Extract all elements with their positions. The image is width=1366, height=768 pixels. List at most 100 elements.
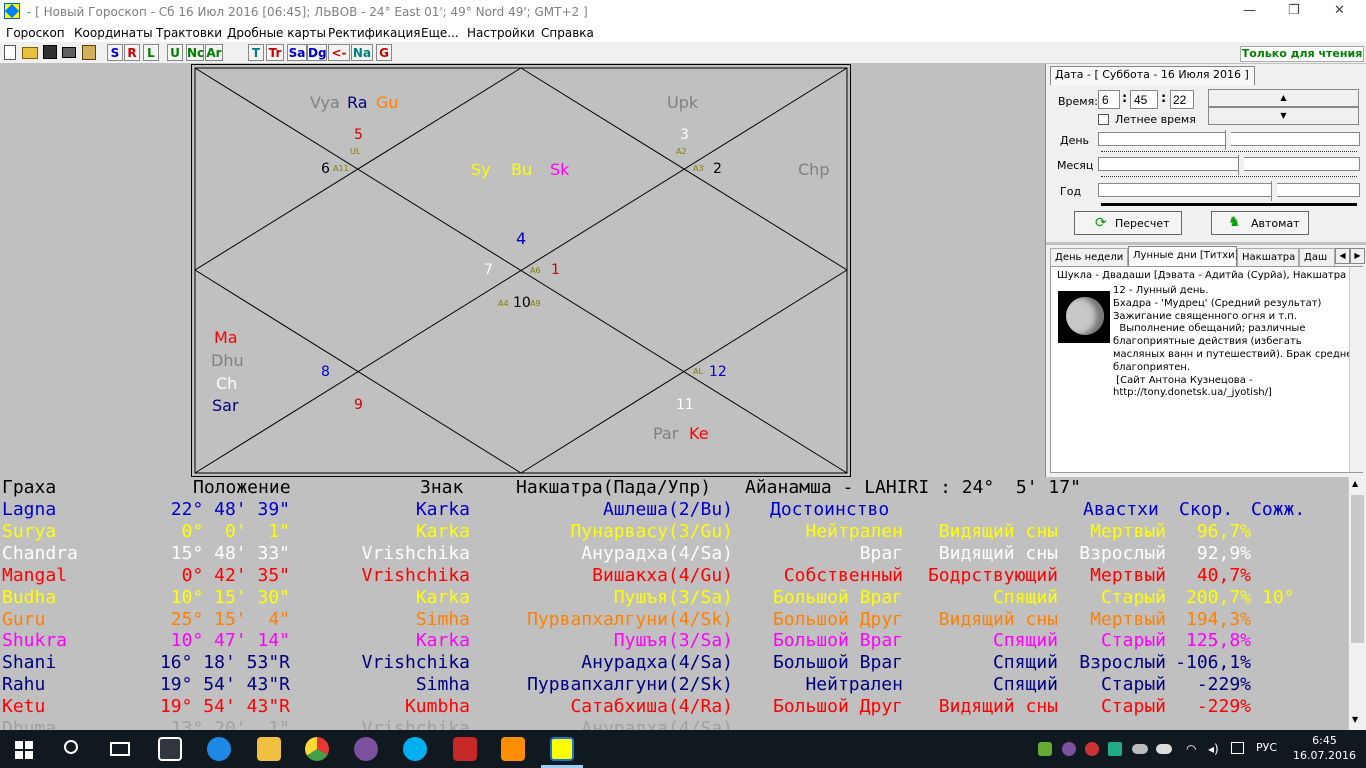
hour-field[interactable] (1098, 90, 1120, 109)
tray-drive-icon[interactable] (1108, 742, 1122, 756)
menu-divisional-charts[interactable]: Дробные карты (227, 26, 326, 40)
language-indicator[interactable]: РУС (1256, 741, 1277, 754)
recalc-label: Пересчет (1115, 217, 1170, 230)
second-field[interactable] (1170, 90, 1194, 109)
table-row[interactable]: Rahu 19° 54' 43"R Simha Пурвапхалгуни(2/Sk)… (0, 674, 1348, 696)
viber-icon[interactable] (354, 737, 378, 761)
cell-state: Спящий (992, 674, 1058, 696)
new-file-icon[interactable] (4, 45, 16, 60)
minimize-button[interactable]: — (1243, 3, 1256, 18)
notification-icon[interactable] (1231, 742, 1244, 754)
recalc-button[interactable]: ⟳ Пересчет (1074, 211, 1182, 235)
toolbar-button-sa[interactable]: Sa (287, 44, 307, 61)
volume-icon[interactable]: ◂) (1208, 742, 1219, 756)
task-view-icon[interactable] (110, 742, 130, 756)
table-scrollbar[interactable]: ▲ ▼ (1348, 477, 1366, 730)
app-icon-1[interactable] (453, 737, 477, 761)
table-row[interactable]: Mangal 0° 42' 35" Vrishchika Вишакха(4/Gu) С… (0, 565, 1348, 587)
auto-label: Автомат (1251, 217, 1300, 230)
toolbar-button-[interactable]: <-> (328, 44, 350, 76)
tray-onedrive-icon[interactable] (1156, 744, 1172, 754)
year-slider[interactable] (1098, 183, 1360, 197)
clipboard-icon[interactable] (82, 45, 96, 60)
toolbar-button-ar[interactable]: Ar (205, 44, 223, 61)
time-sep-1: : (1122, 91, 1128, 106)
tab-lunar-days[interactable]: Лунные дни [Титхи] (1128, 246, 1239, 266)
restore-button[interactable]: ❐ (1288, 3, 1300, 18)
tab-weekday[interactable]: День недели (1050, 248, 1128, 266)
table-row[interactable]: Shani 16° 18' 53"R Vrishchika Анурадха(4/Sa… (0, 652, 1348, 674)
toolbar-button-g[interactable]: G (376, 44, 392, 61)
chrome-icon[interactable] (305, 737, 329, 761)
table-row[interactable]: Lagna 22° 48' 39" Karka Ашлеша(2/Bu) Достоин… (0, 499, 1348, 521)
cell-age: Мертвый (1090, 520, 1166, 542)
system-clock[interactable]: 6:45 16.07.2016 (1293, 733, 1356, 763)
toolbar-button-l[interactable]: L (143, 44, 159, 61)
skype-icon[interactable] (403, 737, 427, 761)
time-down-button[interactable]: ▼ (1208, 107, 1359, 125)
open-folder-icon[interactable] (22, 47, 38, 59)
cell-nak: Вишакха(4/Gu) (592, 564, 733, 586)
table-row[interactable]: Dhuma 13° 20' 1" Vrishchika Анурадха(4/Sa) (0, 718, 1348, 730)
time-up-button[interactable]: ▲ (1208, 89, 1359, 107)
search-icon[interactable] (64, 740, 78, 754)
toolbar-button-dg[interactable]: Dg (307, 44, 327, 61)
tray-shield-icon[interactable] (1038, 742, 1052, 756)
close-button[interactable]: ✕ (1334, 3, 1345, 18)
clock-time: 6:45 (1312, 734, 1337, 747)
minute-field[interactable] (1130, 90, 1158, 109)
toolbar-button-na[interactable]: Na (351, 44, 373, 61)
dst-checkbox[interactable] (1098, 114, 1109, 125)
tab-scroll-right[interactable]: ▶ (1350, 248, 1365, 264)
scroll-up-arrow[interactable]: ▲ (1352, 479, 1358, 488)
store-icon[interactable] (158, 737, 182, 761)
auto-button[interactable]: ♞ Автомат (1211, 211, 1309, 235)
header-graha: Граха (2, 477, 57, 498)
tab-dasha[interactable]: Даш (1299, 248, 1335, 266)
toolbar-button-tr[interactable]: Tr (266, 44, 284, 61)
edge-icon[interactable] (207, 737, 231, 761)
tab-nakshatra[interactable]: Накшатра (1237, 248, 1299, 266)
start-icon[interactable] (15, 741, 33, 759)
app-icon-2[interactable] (501, 737, 525, 761)
house-5: 5 (354, 127, 363, 143)
table-row[interactable]: Budha 10° 15' 30" Karka Пушъя(3/Sa) Большой … (0, 587, 1348, 609)
menu-help[interactable]: Справка (541, 26, 594, 40)
table-row[interactable]: Guru 25° 15' 4" Simha Пурвапхалгуни(4/Sk) Бо… (0, 609, 1348, 631)
tray-app-icon[interactable] (1085, 742, 1099, 756)
tray-cloud-icon[interactable] (1132, 744, 1148, 754)
tab-scroll-left[interactable]: ◀ (1335, 248, 1350, 264)
menu-coordinates[interactable]: Координаты (74, 26, 153, 40)
wifi-icon[interactable]: ◠ (1186, 742, 1196, 756)
table-row[interactable]: Ketu 19° 54' 43"R Kumbha Сатабхиша(4/Ra) Бол… (0, 696, 1348, 718)
menu-horoscope[interactable]: Гороскоп (6, 26, 65, 40)
toolbar-button-u[interactable]: U (167, 44, 183, 61)
scroll-thumb[interactable] (1351, 495, 1364, 643)
table-row[interactable]: Shukra 10° 47' 14" Karka Пушъя(3/Sa) Большой… (0, 630, 1348, 652)
cell-nak: Анурадха(4/Sa) (581, 718, 733, 730)
table-row[interactable]: Surya 0° 0' 1" Karka Пунарвасу(3/Gu) Нейтрал… (0, 521, 1348, 543)
year-label: Год (1060, 185, 1082, 198)
explorer-icon[interactable] (257, 737, 281, 761)
tray-viber-icon[interactable] (1062, 742, 1076, 756)
year-thumb[interactable] (1271, 181, 1277, 201)
cell-speed: 125,8% (1185, 630, 1251, 652)
scroll-down-arrow[interactable]: ▼ (1352, 715, 1358, 724)
print-icon[interactable] (62, 47, 76, 58)
table-row[interactable]: Chandra 15° 48' 33" Vrishchika Анурадха(4/S… (0, 543, 1348, 565)
menu-settings[interactable]: Настройки (467, 26, 535, 40)
panel-scrollbar[interactable] (1349, 267, 1363, 472)
toolbar-button-r[interactable]: R (124, 44, 140, 61)
jyotish-app-icon[interactable] (550, 737, 574, 761)
toolbar-button-t[interactable]: T (248, 44, 264, 61)
menu-interpretations[interactable]: Трактовки (156, 26, 222, 40)
app-icon[interactable] (4, 3, 20, 19)
toolbar-button-s[interactable]: S (107, 44, 123, 61)
month-slider[interactable] (1098, 157, 1360, 171)
toolbar-button-nc[interactable]: Nc (186, 44, 204, 61)
menu-more[interactable]: Еще... (421, 26, 459, 40)
save-icon[interactable] (43, 45, 57, 59)
menu-rectification[interactable]: Ректификация (328, 26, 421, 40)
day-thumb[interactable] (1225, 130, 1231, 150)
month-thumb[interactable] (1238, 155, 1244, 175)
